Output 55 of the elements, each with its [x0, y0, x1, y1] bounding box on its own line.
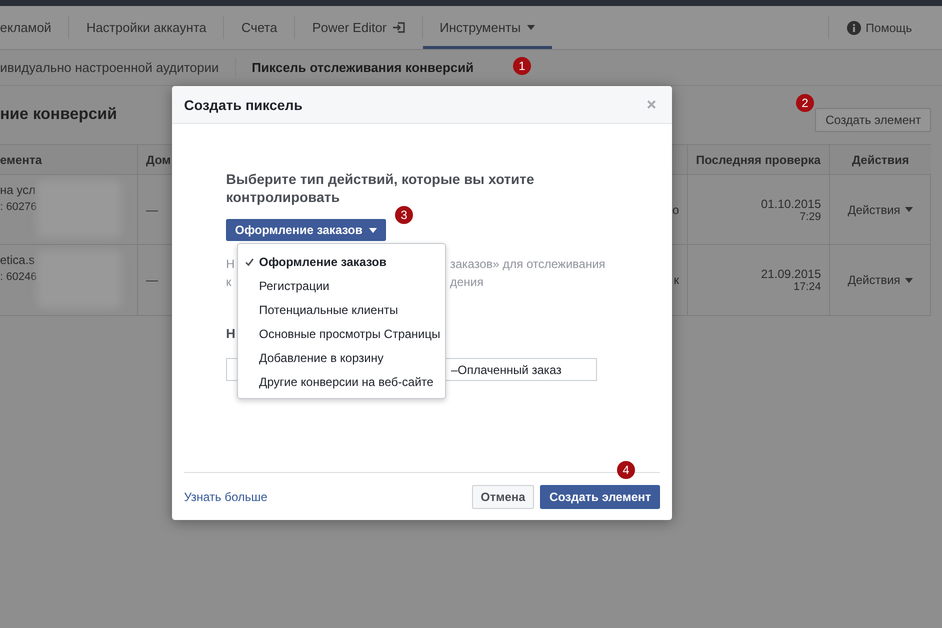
table-cell: —	[146, 273, 158, 287]
create-button[interactable]: Создать элемент	[540, 485, 660, 509]
caret-icon	[905, 207, 914, 212]
check-date: 21.09.2015	[760, 267, 821, 281]
pixel-name: на усл	[0, 182, 37, 199]
dialog-question: Выберите тип действий, которые вы хотите контролировать	[226, 170, 536, 206]
nav-tab[interactable]: Счета	[224, 6, 294, 49]
menu-item[interactable]: Потенциальные клиенты	[238, 298, 445, 322]
table-cell: —	[146, 202, 158, 216]
description-text: заказов» для отслеживания	[450, 256, 606, 273]
learn-more-link[interactable]: Узнать больше	[184, 490, 268, 504]
page-heading: ние конверсий	[0, 106, 117, 124]
check-date: 01.10.2015	[760, 196, 821, 210]
step-marker: 2	[796, 94, 814, 112]
dialog-title: Создать пиксель	[184, 96, 302, 112]
menu-item[interactable]: Добавление в корзину	[238, 346, 445, 370]
menu-item[interactable]: Другие конверсии на веб-сайте	[238, 370, 445, 394]
nav-tab[interactable]: Power Editor	[295, 6, 422, 49]
pixel-id: : 60246	[0, 270, 37, 285]
pixel-name: etica.s	[0, 252, 36, 269]
description-text: к	[226, 274, 232, 291]
cancel-button[interactable]: Отмена	[472, 485, 534, 509]
column-header: емента	[0, 152, 42, 166]
table-cell: к	[674, 273, 679, 287]
sub-tab[interactable]: ивидуально настроенной аудитории	[0, 50, 235, 85]
caret-icon	[905, 278, 914, 282]
menu-item[interactable]: Регистрации	[238, 274, 445, 298]
close-icon[interactable]	[645, 98, 658, 111]
column-header: Действия	[852, 152, 910, 166]
help-button[interactable]: Помощь	[828, 6, 942, 49]
caret-icon	[526, 25, 535, 30]
menu-item[interactable]: Оформление заказов	[238, 250, 445, 274]
info-icon	[846, 20, 861, 34]
check-time: 17:24	[793, 281, 821, 293]
step-marker: 1	[513, 57, 531, 75]
column-header: Дом	[146, 152, 171, 166]
nav-tab[interactable]: екламой	[0, 6, 68, 49]
menu-item[interactable]: Основные просмотры Страницы	[238, 322, 445, 346]
column-header: Последняя проверка	[696, 152, 821, 166]
external-link-icon	[392, 22, 405, 33]
table-cell: о	[672, 202, 679, 216]
description-text: Н	[226, 256, 235, 273]
nav-tab[interactable]: Настройки аккаунта	[69, 6, 224, 49]
description-text: дения	[450, 274, 484, 291]
caret-icon	[368, 228, 377, 232]
actions-dropdown[interactable]: Действия	[842, 272, 920, 288]
field-label: Н	[226, 325, 236, 343]
check-time: 7:29	[800, 210, 821, 222]
sub-tab[interactable]: Пиксель отслеживания конверсий	[236, 50, 490, 85]
pixel-id: : 60276	[0, 200, 37, 215]
actions-dropdown[interactable]: Действия	[842, 202, 920, 218]
create-button[interactable]: Создать элемент	[815, 108, 931, 132]
check-icon	[245, 258, 254, 266]
action-type-dropdown[interactable]: Оформление заказов	[226, 219, 386, 241]
nav-tab[interactable]: Инструменты	[422, 6, 552, 49]
